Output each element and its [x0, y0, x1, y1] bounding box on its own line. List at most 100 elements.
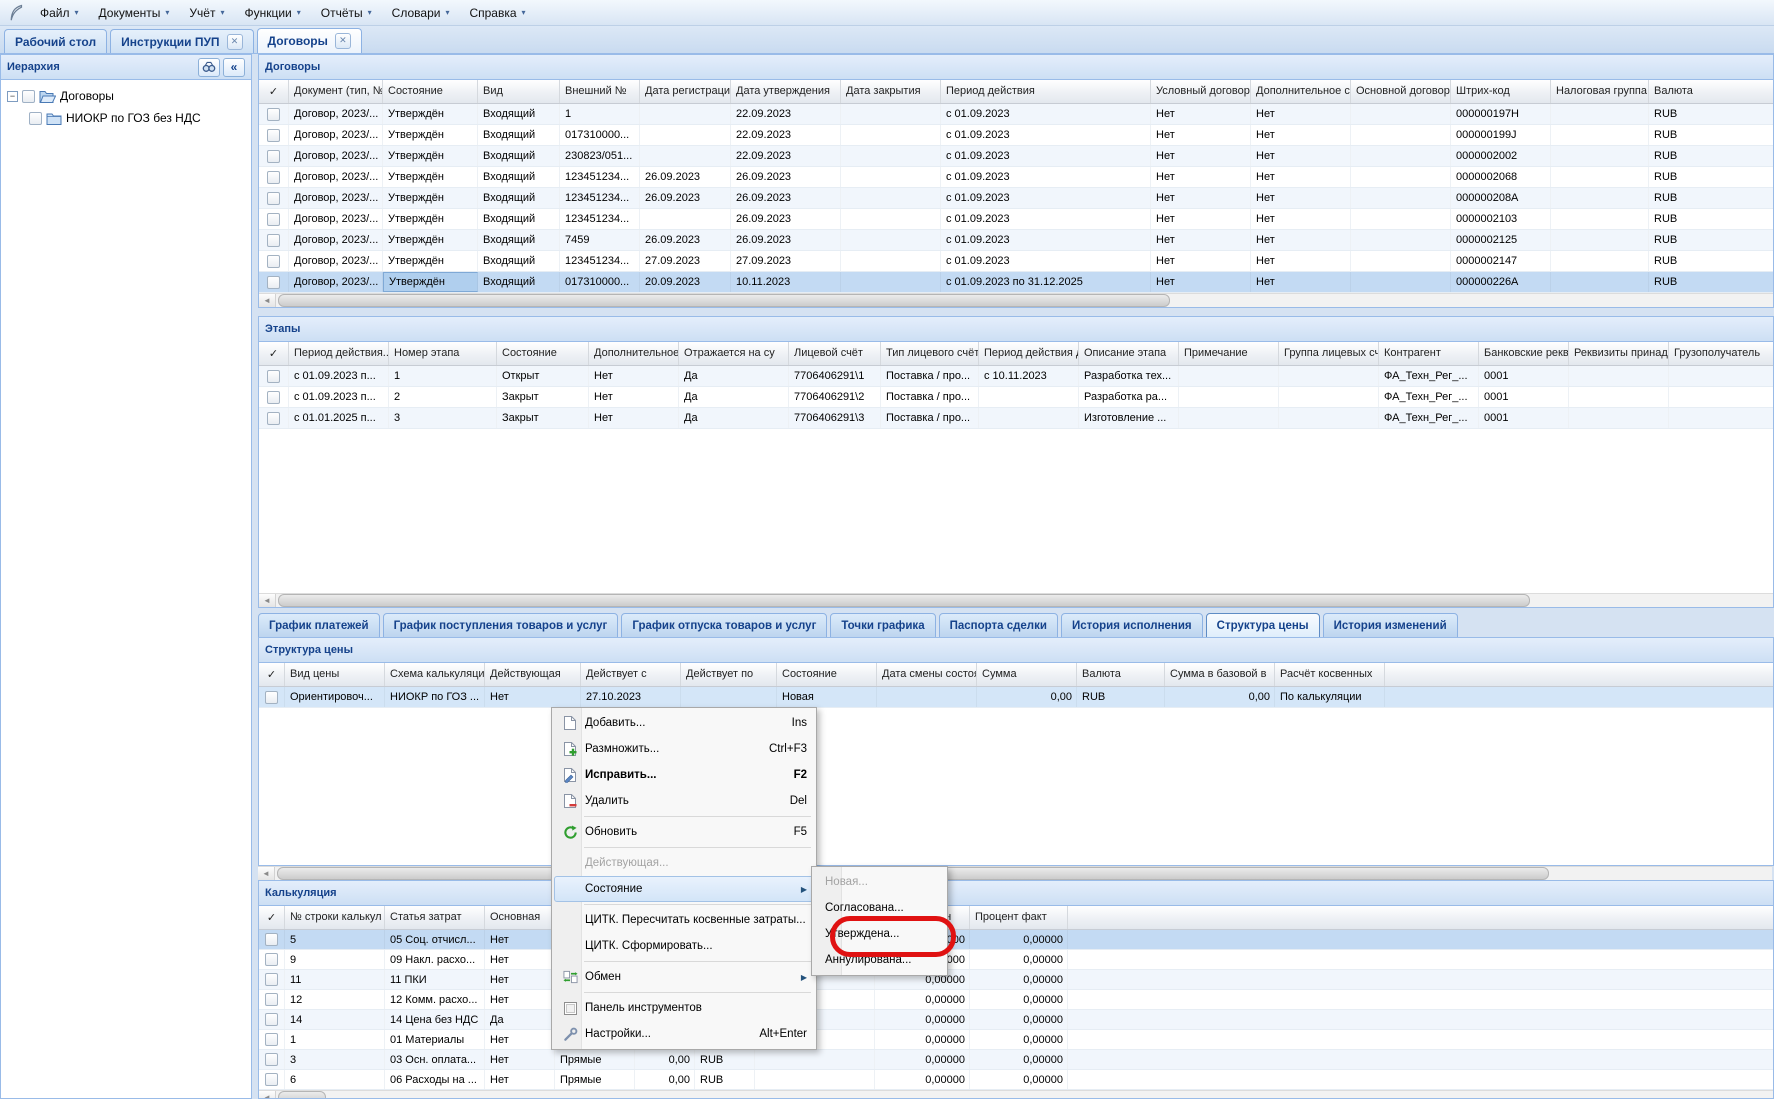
table-row[interactable]: Ориентировоч...НИОКР по ГОЗ ...Нет27.10.…: [259, 687, 1773, 708]
column-header[interactable]: Действует с: [581, 663, 681, 686]
tab-2[interactable]: Инструкции ПУП✕: [110, 29, 253, 53]
table-row[interactable]: 303 Осн. оплата...НетПрямые0,00RUB0,0000…: [259, 1050, 1773, 1070]
table-row[interactable]: с 01.09.2023 п...1ОткрытНетДа7706406291\…: [259, 366, 1773, 387]
scroll-left-icon[interactable]: ◄: [259, 594, 276, 607]
detail-tab-2[interactable]: График поступления товаров и услуг: [383, 613, 619, 638]
table-row[interactable]: с 01.01.2025 п...3ЗакрытНетДа7706406291\…: [259, 408, 1773, 429]
context-menu-item[interactable]: Размножить...Ctrl+F3: [554, 736, 814, 762]
column-header[interactable]: Дата смены состоя: [877, 663, 977, 686]
tab-close-icon[interactable]: ✕: [227, 34, 243, 50]
detail-tab-4[interactable]: Точки графика: [830, 613, 935, 638]
row-checkbox[interactable]: [267, 129, 280, 142]
column-header[interactable]: Условный договор: [1151, 80, 1251, 103]
row-checkbox[interactable]: [267, 391, 280, 404]
table-row[interactable]: 505 Соц. отчисл...Нет0,000000,00000: [259, 930, 1773, 950]
tab-3[interactable]: Договоры✕: [257, 28, 362, 53]
column-header[interactable]: Статья затрат: [385, 906, 485, 929]
table-row[interactable]: Договор, 2023/...УтверждёнВходящий230823…: [259, 146, 1773, 167]
column-header[interactable]: Действует по: [681, 663, 777, 686]
context-menu-item[interactable]: ЦИТК. Сформировать...: [554, 933, 814, 959]
column-header-check[interactable]: ✓: [259, 80, 289, 103]
tree-checkbox[interactable]: [29, 112, 42, 125]
column-header[interactable]: Период действия..: [289, 342, 389, 365]
column-header[interactable]: Отражается на су: [679, 342, 789, 365]
table-row[interactable]: Договор, 2023/...УтверждёнВходящий017310…: [259, 272, 1773, 293]
row-checkbox[interactable]: [265, 1073, 278, 1086]
table-row[interactable]: Договор, 2023/...УтверждёнВходящий017310…: [259, 125, 1773, 146]
horizontal-scrollbar[interactable]: ◄: [259, 293, 1773, 307]
context-menu-item[interactable]: УдалитьDel: [554, 788, 814, 814]
scroll-left-icon[interactable]: ◄: [259, 1091, 276, 1099]
detail-tab-7[interactable]: Структура цены: [1206, 613, 1320, 638]
column-header[interactable]: Вид: [478, 80, 560, 103]
table-row[interactable]: Договор, 2023/...УтверждёнВходящий123451…: [259, 209, 1773, 230]
row-checkbox[interactable]: [267, 255, 280, 268]
scrollbar-thumb[interactable]: [278, 294, 1170, 307]
menu-item-1[interactable]: Файл▾: [30, 3, 89, 23]
tree-checkbox[interactable]: [22, 90, 35, 103]
row-checkbox[interactable]: [267, 213, 280, 226]
row-checkbox[interactable]: [265, 993, 278, 1006]
horizontal-scrollbar[interactable]: ◄: [259, 593, 1773, 607]
column-header[interactable]: Группа лицевых сч: [1279, 342, 1379, 365]
table-row[interactable]: Договор, 2023/...УтверждёнВходящий745926…: [259, 230, 1773, 251]
menu-item-6[interactable]: Словари▾: [382, 3, 460, 23]
detail-tab-1[interactable]: График платежей: [258, 613, 380, 638]
column-header-check[interactable]: ✓: [259, 342, 289, 365]
column-header-check[interactable]: ✓: [259, 663, 285, 686]
row-checkbox[interactable]: [265, 1033, 278, 1046]
tab-close-icon[interactable]: ✕: [335, 33, 351, 49]
table-row[interactable]: Договор, 2023/...УтверждёнВходящий123451…: [259, 251, 1773, 272]
column-header-check[interactable]: ✓: [259, 906, 285, 929]
column-header[interactable]: Состояние: [777, 663, 877, 686]
tree-item[interactable]: НИОКР по ГОЗ без НДС: [3, 107, 249, 129]
row-checkbox[interactable]: [267, 412, 280, 425]
column-header[interactable]: Основная: [485, 906, 555, 929]
context-menu-item[interactable]: Настройки...Alt+Enter: [554, 1021, 814, 1047]
row-checkbox[interactable]: [265, 933, 278, 946]
column-header[interactable]: Состояние: [497, 342, 589, 365]
table-row[interactable]: 909 Накл. расхо...Нет0,000000,00000: [259, 950, 1773, 970]
detail-tab-6[interactable]: История исполнения: [1061, 613, 1203, 638]
column-header[interactable]: Расчёт косвенных: [1275, 663, 1385, 686]
row-checkbox[interactable]: [265, 1053, 278, 1066]
column-header[interactable]: Действующая: [485, 663, 581, 686]
column-header[interactable]: Банковские рекви: [1479, 342, 1569, 365]
column-header[interactable]: Дата закрытия: [841, 80, 941, 103]
menu-item-5[interactable]: Отчёты▾: [311, 3, 382, 23]
table-row[interactable]: Договор, 2023/...УтверждёнВходящий122.09…: [259, 104, 1773, 125]
table-row[interactable]: 1212 Комм. расхо...Нет0,000000,00000: [259, 990, 1773, 1010]
table-row[interactable]: 1414 Цена без НДСДа0,000000,00000: [259, 1010, 1773, 1030]
scrollbar-thumb[interactable]: [278, 1091, 326, 1099]
column-header[interactable]: Тип лицевого счёт: [881, 342, 979, 365]
column-header[interactable]: Сумма в базовой в: [1165, 663, 1275, 686]
table-row[interactable]: 1111 ПКИНет0,000000,00000: [259, 970, 1773, 990]
scroll-left-icon[interactable]: ◄: [259, 294, 276, 307]
table-row[interactable]: 101 МатериалыНетПрямые0,000000,00000: [259, 1030, 1773, 1050]
collapse-panel-icon[interactable]: «: [223, 58, 245, 77]
column-header[interactable]: Схема калькуляци: [385, 663, 485, 686]
column-header[interactable]: Дополнительное с: [1251, 80, 1351, 103]
column-header[interactable]: Примечание: [1179, 342, 1279, 365]
table-row[interactable]: 606 Расходы на ...НетПрямые0,00RUB0,0000…: [259, 1070, 1773, 1090]
submenu-item[interactable]: Аннулирована...: [814, 947, 945, 973]
column-header[interactable]: Основной договор: [1351, 80, 1451, 103]
table-row[interactable]: Договор, 2023/...УтверждёнВходящий123451…: [259, 167, 1773, 188]
detail-tab-3[interactable]: График отпуска товаров и услуг: [621, 613, 827, 638]
column-header[interactable]: Период действия: [941, 80, 1151, 103]
tab-1[interactable]: Рабочий стол: [4, 29, 107, 53]
column-header[interactable]: Дата регистрации.: [640, 80, 731, 103]
column-header[interactable]: Внешний №: [560, 80, 640, 103]
column-header[interactable]: Вид цены: [285, 663, 385, 686]
context-menu-item[interactable]: Добавить...Ins: [554, 710, 814, 736]
submenu-item[interactable]: Согласована...: [814, 895, 945, 921]
tree-expander-icon[interactable]: −: [7, 91, 18, 102]
table-row[interactable]: с 01.09.2023 п...2ЗакрытНетДа7706406291\…: [259, 387, 1773, 408]
column-header[interactable]: Налоговая группа.: [1551, 80, 1649, 103]
detail-tab-8[interactable]: История изменений: [1323, 613, 1458, 638]
column-header[interactable]: Состояние: [383, 80, 478, 103]
column-header[interactable]: Контрагент: [1379, 342, 1479, 365]
menu-item-2[interactable]: Документы▾: [89, 3, 180, 23]
column-header[interactable]: Грузополучатель: [1669, 342, 1774, 365]
detail-tab-5[interactable]: Паспорта сделки: [939, 613, 1058, 638]
